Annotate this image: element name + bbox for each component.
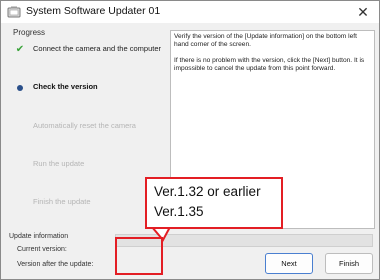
- finish-button[interactable]: Finish: [325, 253, 373, 274]
- step-run-update: Run the update: [5, 158, 167, 174]
- step-connect-camera: ✔ Connect the camera and the computer: [5, 43, 167, 59]
- update-information-label: Update information: [9, 233, 69, 240]
- updater-window: System Software Updater 01 ✕ Progress ✔ …: [0, 0, 380, 280]
- app-icon: [7, 6, 21, 18]
- instructions-text: Verify the version of the [Update inform…: [174, 33, 372, 81]
- check-icon: ✔: [15, 44, 25, 55]
- step-reset-camera: Automatically reset the camera: [5, 120, 167, 136]
- step-finish-update: Finish the update: [5, 196, 167, 212]
- version-callout: Ver.1.32 or earlier Ver.1.35: [145, 177, 283, 229]
- instructions-paragraph-2: If there is no problem with the version,…: [174, 57, 365, 72]
- progress-panel: Progress ✔ Connect the camera and the co…: [5, 27, 167, 227]
- step-check-version: Check the version: [5, 81, 167, 97]
- title-bar: System Software Updater 01 ✕: [1, 1, 379, 23]
- callout-new-version: Ver.1.35: [154, 204, 204, 219]
- step-label: Connect the camera and the computer: [33, 44, 161, 53]
- step-label: Check the version: [33, 82, 98, 91]
- current-version-label: Current version:: [17, 246, 67, 253]
- step-label: Automatically reset the camera: [33, 121, 136, 130]
- version-highlight-box: [115, 237, 163, 275]
- current-step-dot-icon: [14, 82, 26, 94]
- progress-label: Progress: [13, 28, 46, 37]
- callout-current-version: Ver.1.32 or earlier: [154, 184, 261, 199]
- next-button[interactable]: Next: [265, 253, 313, 274]
- close-icon[interactable]: ✕: [347, 1, 379, 23]
- step-label: Finish the update: [33, 197, 91, 206]
- version-after-update-label: Version after the update:: [17, 261, 94, 268]
- step-label: Run the update: [33, 159, 85, 168]
- instructions-paragraph-1: Verify the version of the [Update inform…: [174, 33, 357, 48]
- window-title: System Software Updater 01: [26, 5, 161, 17]
